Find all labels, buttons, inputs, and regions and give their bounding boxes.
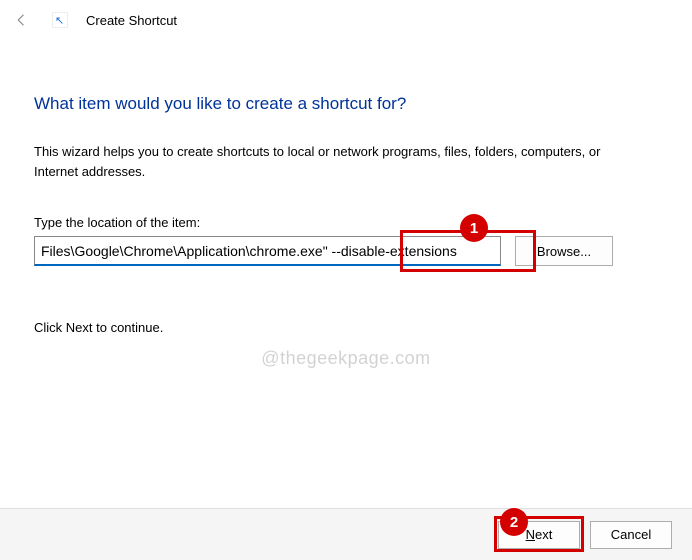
location-field-label: Type the location of the item:: [34, 215, 658, 230]
wizard-footer: Next Cancel: [0, 508, 692, 560]
location-input[interactable]: [34, 236, 501, 266]
next-button[interactable]: Next: [498, 521, 580, 549]
browse-button[interactable]: Browse...: [515, 236, 613, 266]
back-arrow-icon[interactable]: [10, 8, 34, 32]
location-row: Browse...: [34, 236, 658, 266]
watermark-text: @thegeekpage.com: [261, 348, 430, 369]
wizard-header: Create Shortcut: [0, 0, 692, 36]
page-description: This wizard helps you to create shortcut…: [34, 142, 624, 181]
wizard-body: What item would you like to create a sho…: [0, 36, 692, 335]
page-heading: What item would you like to create a sho…: [34, 94, 658, 114]
continue-hint: Click Next to continue.: [34, 320, 658, 335]
wizard-title: Create Shortcut: [86, 13, 177, 28]
shortcut-icon: [52, 12, 68, 28]
cancel-button[interactable]: Cancel: [590, 521, 672, 549]
